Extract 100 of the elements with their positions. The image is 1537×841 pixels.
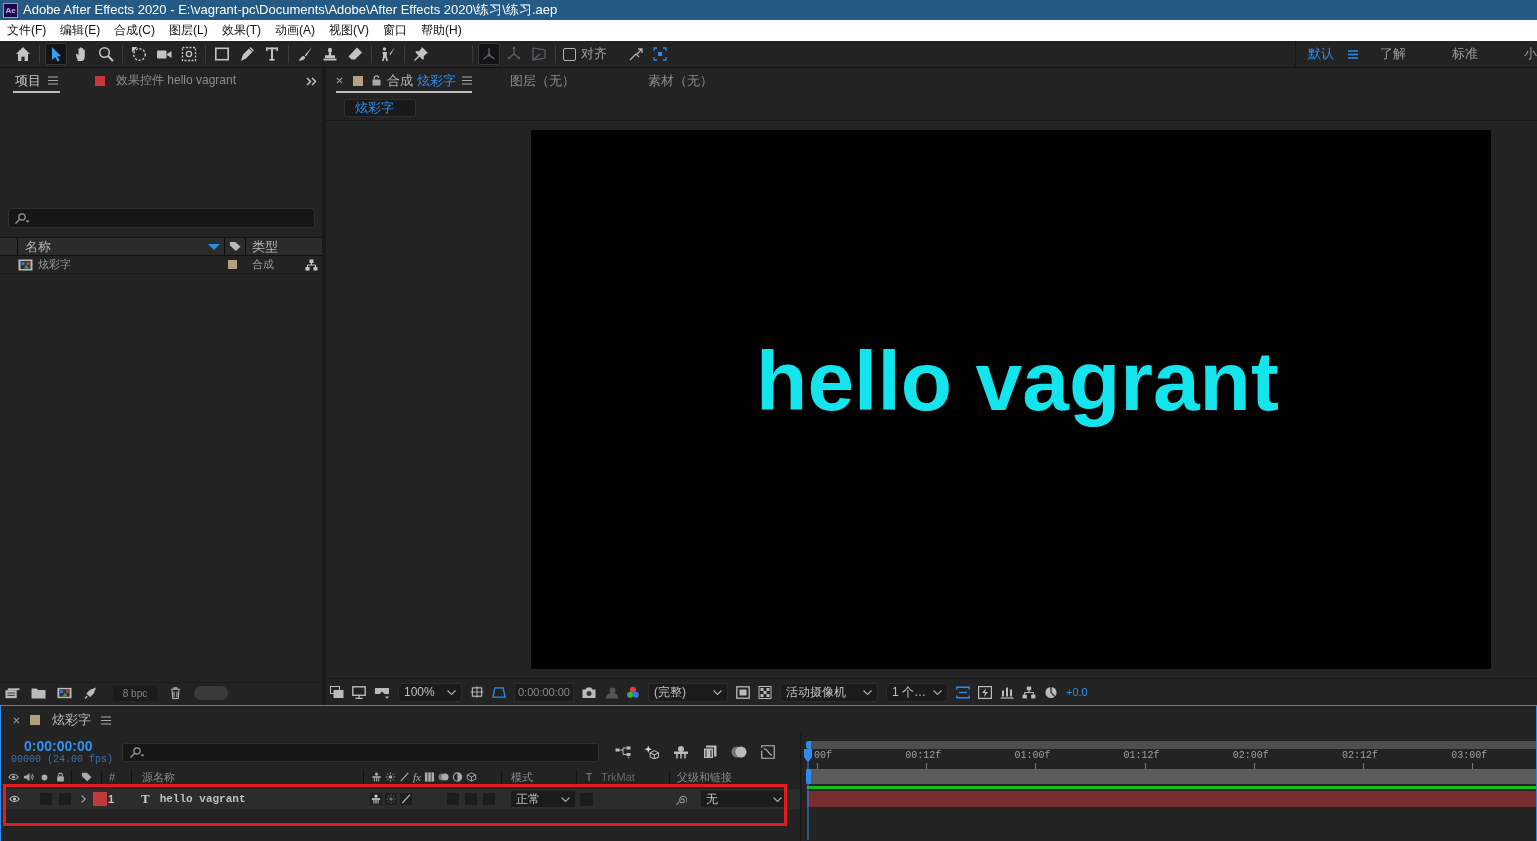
trapezoid-icon[interactable]	[492, 685, 506, 699]
folder-icon[interactable]	[31, 687, 46, 699]
grid-frame-icon[interactable]	[470, 685, 484, 699]
playhead-marker[interactable]	[804, 749, 812, 840]
label-color-icon[interactable]	[93, 792, 107, 806]
workspace-tab[interactable]: 小	[1524, 45, 1537, 63]
menu-item[interactable]: 文件(F)	[7, 22, 47, 39]
double-chevron-icon[interactable]	[306, 77, 317, 86]
close-icon[interactable]	[13, 716, 20, 724]
close-icon[interactable]	[336, 77, 343, 84]
person-icon	[604, 685, 618, 699]
collapse-switch[interactable]	[385, 793, 397, 805]
bit-depth-button[interactable]: 8 bpc	[113, 685, 157, 701]
caret-icon[interactable]	[81, 795, 86, 803]
menu-item[interactable]: 图层(L)	[169, 22, 208, 39]
axis-icon	[481, 46, 497, 62]
figure-fence-icon[interactable]	[673, 745, 689, 759]
aspect-bracket-icon[interactable]	[956, 685, 970, 699]
picture-icon	[18, 258, 33, 271]
label-color-icon[interactable]	[228, 260, 237, 269]
goggles-icon[interactable]	[374, 685, 390, 699]
stacked-screens-icon[interactable]	[330, 685, 344, 699]
menu-icon[interactable]	[48, 76, 58, 85]
resolution-dropdown[interactable]: (完整)	[648, 682, 728, 702]
graph-editor-icon[interactable]	[760, 745, 776, 759]
menu-icon[interactable]	[462, 76, 472, 85]
sort-caret-icon[interactable]	[208, 243, 220, 250]
color-channels-icon[interactable]	[626, 685, 640, 699]
menu-icon[interactable]	[101, 715, 111, 725]
flowchart-icon[interactable]	[305, 258, 318, 271]
cube-icon	[465, 772, 477, 782]
checkerboard-icon[interactable]	[758, 685, 772, 699]
monitor-icon[interactable]	[352, 685, 366, 699]
camera-icon[interactable]	[582, 685, 596, 699]
blur-circles-icon[interactable]	[731, 745, 747, 759]
camera-dropdown[interactable]: 活动摄像机	[780, 682, 878, 702]
navigator-handle[interactable]	[806, 741, 811, 749]
ruler-label: 03:00f	[1451, 750, 1488, 762]
checkbox[interactable]	[563, 47, 576, 61]
exposure-value[interactable]: +0.0	[1066, 686, 1088, 698]
panel-tab[interactable]: 图层（无）	[510, 70, 575, 93]
search-field[interactable]	[8, 208, 315, 228]
breadcrumb-tab[interactable]: 炫彩字	[344, 98, 416, 117]
column-header[interactable]: 名称	[25, 237, 51, 256]
eye-icon	[9, 795, 20, 803]
dial-icon[interactable]	[1044, 685, 1058, 699]
menu-icon[interactable]	[1348, 49, 1358, 59]
menu-item[interactable]: 合成(C)	[114, 22, 155, 39]
app-logo: Ae	[3, 2, 18, 18]
menu-item[interactable]: 动画(A)	[275, 22, 315, 39]
workspace-tab[interactable]: 标准	[1452, 45, 1478, 63]
rocket-icon[interactable]	[83, 687, 98, 699]
menu-item[interactable]: 帮助(H)	[421, 22, 462, 39]
current-time[interactable]: 0:00:00:00	[24, 738, 93, 754]
stack-icon[interactable]	[5, 687, 20, 699]
shy-switch[interactable]	[370, 793, 382, 805]
menu-item[interactable]: 视图(V)	[329, 22, 369, 39]
panel-tab[interactable]: 效果控件 hello vagrant	[93, 70, 239, 93]
framed-square-icon[interactable]	[736, 685, 750, 699]
menu-item[interactable]: 效果(T)	[221, 22, 261, 39]
search-field[interactable]	[122, 742, 599, 762]
panel-tab[interactable]: 合成 炫彩字	[336, 70, 472, 93]
text-layer-icon: T	[141, 791, 150, 807]
quality-switch[interactable]	[400, 793, 412, 805]
panel-tab[interactable]: 炫彩字	[13, 711, 111, 729]
zoom-dropdown[interactable]: 100%	[398, 682, 462, 702]
pick-whip-icon[interactable]	[676, 793, 687, 805]
current-time-field[interactable]: 0:00:00:00	[514, 682, 574, 702]
plane-icon	[531, 46, 547, 62]
column-header: TrkMat	[601, 770, 635, 784]
layer-row[interactable]: 1 T hello vagrant 正常 无	[1, 789, 800, 809]
rectangle-icon	[214, 46, 230, 62]
column-header[interactable]: 类型	[252, 238, 278, 254]
panel-tab[interactable]: 素材（无）	[648, 70, 713, 93]
workspace-tab[interactable]: 了解	[1380, 45, 1406, 63]
sun-icon	[386, 794, 396, 804]
lock-icon[interactable]	[372, 75, 381, 86]
snap-arrow-icon[interactable]	[629, 47, 643, 61]
picture-icon[interactable]	[57, 687, 72, 699]
flowchart-icon[interactable]	[1022, 685, 1036, 699]
visibility-switch[interactable]	[9, 793, 23, 805]
trash-icon[interactable]	[168, 687, 183, 699]
caret-icon	[863, 689, 872, 695]
bar-chart-icon[interactable]	[1000, 685, 1014, 699]
column-header[interactable]: 源名称	[142, 770, 175, 784]
axis-icon	[506, 46, 522, 62]
panel-tab[interactable]: 项目	[13, 70, 60, 93]
focus-bracket-icon[interactable]	[653, 47, 667, 61]
lightning-icon[interactable]	[978, 685, 992, 699]
mini-flowchart-icon[interactable]	[615, 745, 631, 759]
menu-item[interactable]: 窗口	[383, 22, 407, 39]
workspace-tab[interactable]: 默认	[1308, 45, 1334, 63]
view-layout-dropdown[interactable]: 1 个…	[886, 682, 948, 702]
menu-item[interactable]: 编辑(E)	[60, 22, 101, 39]
film-frames-icon[interactable]	[702, 745, 718, 759]
tool-button[interactable]	[45, 43, 67, 65]
blend-mode-dropdown[interactable]: 正常	[510, 790, 576, 808]
column-header: #	[109, 770, 116, 784]
sparkle-cube-icon[interactable]	[644, 745, 660, 759]
project-item[interactable]: 炫彩字 合成	[0, 256, 322, 274]
